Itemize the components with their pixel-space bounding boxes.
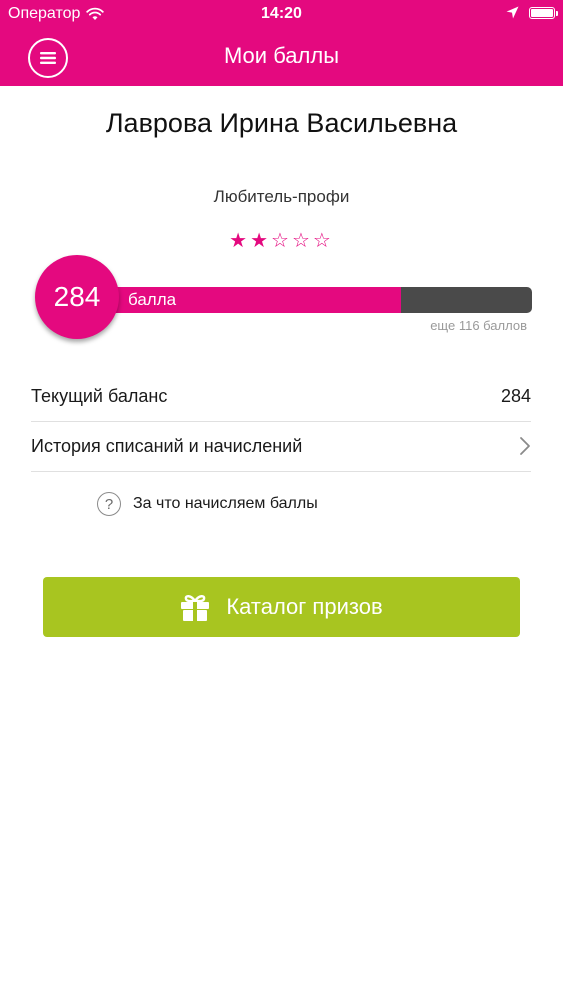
points-info-label: За что начисляем баллы <box>133 495 318 512</box>
app-screen: Оператор 14:20 Мои баллы Лаврова Ирина В… <box>0 0 563 1000</box>
top-bar: Оператор 14:20 Мои баллы <box>0 0 563 86</box>
history-row[interactable]: История списаний и начислений <box>31 421 531 472</box>
star-filled-icon: ★ <box>250 228 272 252</box>
prize-catalog-label: Каталог призов <box>226 594 383 619</box>
points-remaining: еще 116 баллов <box>430 318 527 333</box>
chevron-right-icon <box>520 437 530 455</box>
balance-row: Текущий баланс 284 <box>31 371 531 422</box>
user-level: Любитель-профи <box>213 187 350 206</box>
points-value: 284 <box>53 281 101 312</box>
user-name: Лаврова Ирина Васильевна <box>105 108 458 138</box>
location-arrow-icon <box>506 6 519 19</box>
balance-value: 284 <box>500 385 531 406</box>
nav-bar: Мои баллы <box>0 30 563 86</box>
star-empty-icon: ☆ <box>291 228 313 252</box>
status-time: 14:20 <box>261 5 302 22</box>
status-bar: Оператор 14:20 <box>0 0 563 30</box>
page-title: Мои баллы <box>223 43 340 68</box>
star-empty-icon: ☆ <box>312 228 334 252</box>
balance-label: Текущий баланс <box>31 385 168 406</box>
question-icon: ? <box>97 492 121 516</box>
points-unit-label: балла <box>128 290 177 309</box>
history-label: История списаний и начислений <box>31 435 303 456</box>
star-empty-icon: ☆ <box>271 228 292 252</box>
prize-catalog-button[interactable]: Каталог призов <box>43 577 520 637</box>
battery-icon <box>529 6 558 19</box>
points-badge: 284 <box>35 255 119 339</box>
gift-icon <box>181 595 210 621</box>
status-indicators <box>506 6 558 19</box>
points-info-link[interactable]: ? За что начисляем баллы <box>97 492 318 516</box>
level-stars: ★★☆☆☆ <box>0 228 563 252</box>
star-filled-icon: ★ <box>229 228 251 252</box>
